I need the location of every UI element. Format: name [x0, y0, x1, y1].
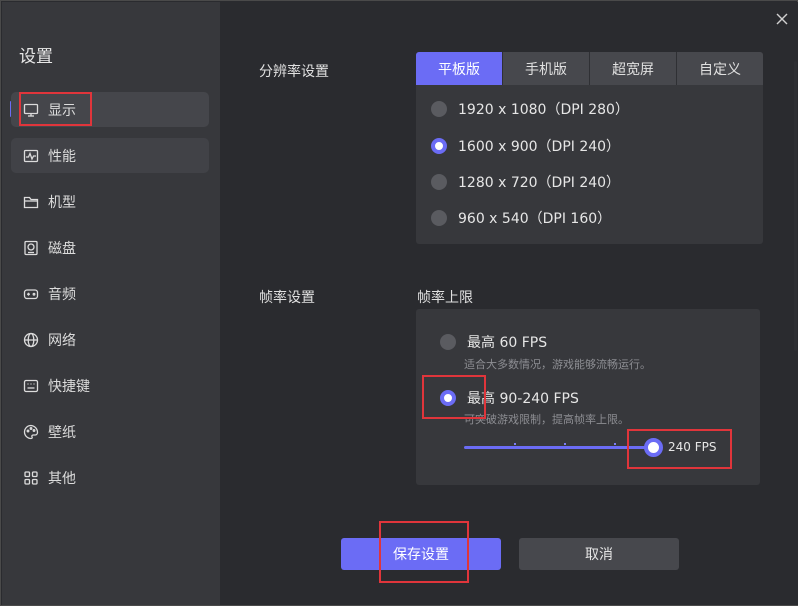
- settings-window: 设置 显示 性能 机型 磁盘 音频 网络 快捷键 壁纸 其他 分辨率设置 平板版…: [0, 0, 798, 606]
- option-label: 最高 60 FPS: [467, 335, 548, 351]
- radio-button-checked[interactable]: [440, 390, 456, 406]
- option-label: 960 x 540（DPI 160）: [458, 211, 612, 227]
- sidebar-item-label: 其他: [48, 470, 76, 487]
- globe-icon: [23, 332, 39, 348]
- fps-option-desc: 适合大多数情况，游戏能够流畅运行。: [464, 358, 651, 371]
- sidebar-item-audio[interactable]: 音频: [11, 276, 209, 311]
- resolution-label: 分辨率设置: [259, 64, 329, 80]
- sidebar-item-model[interactable]: 机型: [11, 184, 209, 219]
- sidebar-item-label: 壁纸: [48, 424, 76, 441]
- sidebar-item-other[interactable]: 其他: [11, 460, 209, 495]
- sidebar-item-performance[interactable]: 性能: [11, 138, 209, 173]
- close-icon: [776, 13, 788, 25]
- sidebar-item-label: 磁盘: [48, 240, 76, 257]
- palette-icon: [23, 424, 39, 440]
- tab-ultrawide[interactable]: 超宽屏: [590, 52, 677, 85]
- fps-slider-value: 240 FPS: [668, 440, 717, 454]
- tab-tablet[interactable]: 平板版: [416, 52, 503, 85]
- radio-button[interactable]: [431, 210, 447, 226]
- resolution-tabs: 平板版 手机版 超宽屏 自定义: [416, 52, 763, 85]
- radio-button[interactable]: [431, 101, 447, 117]
- framerate-sub-label: 帧率上限: [417, 290, 473, 306]
- close-button[interactable]: [773, 10, 791, 28]
- activity-icon: [23, 148, 39, 164]
- sidebar-item-network[interactable]: 网络: [11, 322, 209, 357]
- sidebar-item-label: 机型: [48, 194, 76, 211]
- resolution-option-1280[interactable]: 1280 x 720（DPI 240）: [431, 172, 620, 192]
- folder-icon: [23, 194, 39, 210]
- sidebar-item-disk[interactable]: 磁盘: [11, 230, 209, 265]
- sidebar-title: 设置: [19, 47, 53, 67]
- option-label: 1600 x 900（DPI 240）: [458, 139, 621, 155]
- option-label: 最高 90-240 FPS: [467, 391, 579, 407]
- sidebar-item-label: 显示: [48, 102, 76, 119]
- grid-icon: [23, 470, 39, 486]
- slider-tick: [514, 443, 516, 445]
- sidebar-item-display[interactable]: 显示: [11, 92, 209, 127]
- fps-option-60[interactable]: 最高 60 FPS: [440, 332, 547, 352]
- radio-button[interactable]: [431, 174, 447, 190]
- sidebar-item-shortcuts[interactable]: 快捷键: [11, 368, 209, 403]
- tab-phone[interactable]: 手机版: [503, 52, 590, 85]
- sidebar-item-wallpaper[interactable]: 壁纸: [11, 414, 209, 449]
- radio-button[interactable]: [440, 334, 456, 350]
- sidebar-item-label: 快捷键: [48, 378, 90, 395]
- resolution-option-960[interactable]: 960 x 540（DPI 160）: [431, 208, 611, 228]
- monitor-icon: [23, 102, 39, 118]
- option-label: 1920 x 1080（DPI 280）: [458, 102, 629, 118]
- slider-tick: [614, 443, 616, 445]
- framerate-label: 帧率设置: [259, 290, 315, 306]
- fps-option-desc: 可突破游戏限制，提高帧率上限。: [464, 413, 629, 426]
- radio-button-checked[interactable]: [431, 138, 447, 154]
- scrollbar[interactable]: [794, 61, 797, 351]
- slider-tick: [564, 443, 566, 445]
- resolution-option-1600[interactable]: 1600 x 900（DPI 240）: [431, 136, 620, 156]
- fps-slider-thumb[interactable]: [644, 438, 663, 457]
- sidebar-item-label: 性能: [48, 148, 76, 165]
- sidebar-item-label: 网络: [48, 332, 76, 349]
- gamepad-icon: [23, 286, 39, 302]
- fps-slider-track[interactable]: [464, 446, 654, 449]
- option-label: 1280 x 720（DPI 240）: [458, 175, 621, 191]
- disk-icon: [23, 240, 39, 256]
- keyboard-icon: [23, 378, 39, 394]
- resolution-option-1920[interactable]: 1920 x 1080（DPI 280）: [431, 99, 629, 119]
- sidebar-item-label: 音频: [48, 286, 76, 303]
- cancel-button[interactable]: 取消: [519, 538, 679, 570]
- save-button[interactable]: 保存设置: [341, 538, 501, 570]
- fps-option-240[interactable]: 最高 90-240 FPS: [440, 388, 579, 408]
- tab-custom[interactable]: 自定义: [677, 52, 763, 85]
